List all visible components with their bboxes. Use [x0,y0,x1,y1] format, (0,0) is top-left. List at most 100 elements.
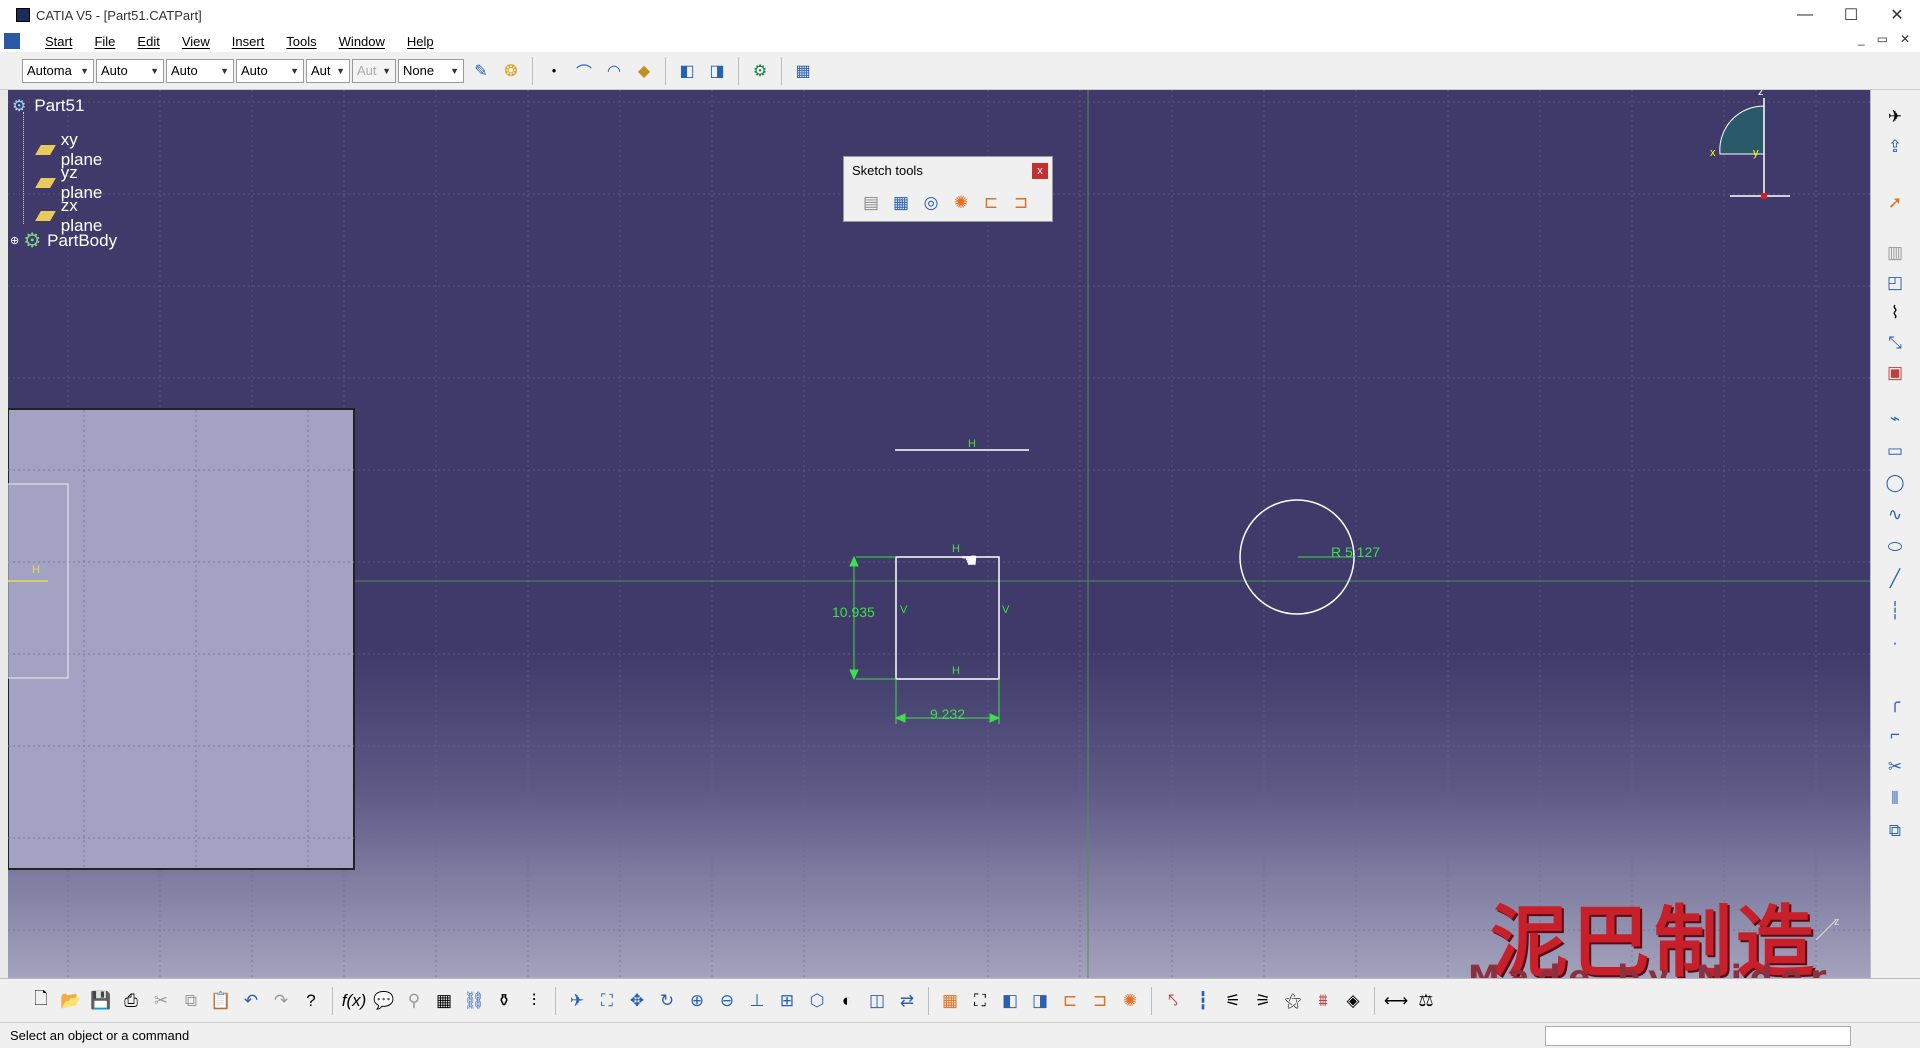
close-icon[interactable]: x [1032,163,1048,179]
transparency-combo[interactable]: Auto ▼ [96,58,164,83]
grid-toggle-icon[interactable]: ▦ [935,987,965,1015]
relations-icon[interactable]: ⛓ [459,987,489,1015]
hide-show-icon[interactable]: ◫ [862,987,892,1015]
open-icon[interactable]: 📂 [56,987,86,1015]
menu-file[interactable]: File [83,34,126,49]
sketch-analysis-icon[interactable]: ⚟ [1218,987,1248,1015]
surface-icon[interactable]: ◠ [601,58,627,84]
color-combo[interactable]: Automa ▼ [22,58,94,83]
dimension-display-icon[interactable]: ⊐ [1085,987,1115,1015]
doc-minimize-button[interactable]: _ [1858,32,1865,46]
select-icon[interactable]: ➚ [1880,190,1910,216]
mirror-icon[interactable]: ⫴ [1880,786,1910,812]
radius-dimension-value[interactable]: R 5.127 [1331,544,1380,560]
menu-view[interactable]: View [171,34,221,49]
doc-close-button[interactable]: ✕ [1900,32,1910,46]
line-thickness-combo[interactable]: Auto ▼ [166,58,234,83]
point-symbol-combo[interactable]: Aut ▼ [306,58,350,83]
sketch-tools-toolbar[interactable]: Sketch tools x ▤ ▦ ◎ ✺ ⊏ ⊐ [843,156,1053,222]
multi-view-icon[interactable]: ⊞ [772,987,802,1015]
copy-icon[interactable]: ⧉ [176,987,206,1015]
render-style-icon[interactable]: ⚝ [1278,987,1308,1015]
cut-icon[interactable]: ✂ [146,987,176,1015]
view-mode-icon[interactable]: ◈ [1338,987,1368,1015]
tree-root[interactable]: ⚙ Part51 [12,96,84,116]
exit-workbench-icon[interactable]: ✈ [1880,104,1910,130]
sketch-viewport[interactable]: H H H V V H 10.935 9.232 R 5.127 ☚ z x y… [8,90,1870,978]
grid-icon[interactable]: ▦ [790,58,816,84]
table-icon[interactable]: ▦ [429,987,459,1015]
iso-view-icon[interactable]: ⬡ [802,987,832,1015]
snap-to-point-icon[interactable]: ▦ [886,189,916,217]
constraint-icon[interactable]: ◰ [1880,270,1910,296]
axis-icon[interactable]: ┆ [1880,598,1910,624]
command-input[interactable] [1545,1026,1851,1046]
geometrical-constraints-icon[interactable]: ◎ [916,189,946,217]
menu-start[interactable]: Start [34,34,83,49]
document-icon[interactable] [4,33,20,49]
knowledge-icon[interactable]: ⚲ [399,987,429,1015]
whats-this-icon[interactable]: ? [296,987,326,1015]
menu-insert[interactable]: Insert [221,34,276,49]
formula-icon[interactable]: f(x) [339,987,369,1015]
sketch-rectangle[interactable] [895,556,1000,680]
zoom-in-icon[interactable]: ⊕ [682,987,712,1015]
height-dimension-value[interactable]: 10.935 [832,604,875,620]
edit-multi-constraint-icon[interactable]: ▥ [1880,240,1910,266]
diagnostics-icon[interactable]: ┇ [1188,987,1218,1015]
construction-icon[interactable]: ▤ [856,189,886,217]
menu-help[interactable]: Help [396,34,445,49]
width-dimension-value[interactable]: 9.232 [930,706,965,722]
swap-space-icon[interactable]: ⇄ [892,987,922,1015]
inertia-icon[interactable]: ⚖ [1411,987,1441,1015]
fix-together-icon[interactable]: ⌇ [1880,300,1910,326]
doc-restore-button[interactable]: ▭ [1877,32,1888,46]
geometry-display-icon[interactable]: ✺ [1115,987,1145,1015]
porcupine-icon[interactable]: ⩩ [1308,987,1338,1015]
rotate-icon[interactable]: ↻ [652,987,682,1015]
painter-icon[interactable]: ✎ [468,58,494,84]
corner-icon[interactable]: ╭ [1880,690,1910,716]
menu-edit[interactable]: Edit [126,34,170,49]
constraint-display-icon[interactable]: ⊏ [1055,987,1085,1015]
close-button[interactable]: ✕ [1874,0,1920,30]
print-icon[interactable]: ⎙ [116,987,146,1015]
save-icon[interactable]: 💾 [86,987,116,1015]
circle-icon[interactable]: ◯ [1880,470,1910,496]
fit-all-icon[interactable]: ⛶ [592,987,622,1015]
profile-tools-icon[interactable]: ▣ [1880,360,1910,386]
point-icon[interactable]: · [1880,630,1910,656]
line-icon[interactable]: ╱ [1880,566,1910,592]
tree-item-partbody[interactable]: ⊕ ⚙ PartBody [10,228,117,253]
profile-icon[interactable]: ⌁ [1880,406,1910,432]
measure-icon[interactable]: ⟷ [1381,987,1411,1015]
auto-constraint-icon[interactable]: ⊐ [1006,189,1036,217]
properties-icon[interactable]: ❂ [498,58,524,84]
positioned-sketch-icon[interactable]: ◨ [704,58,730,84]
sketch-view-icon[interactable]: ◨ [1025,987,1055,1015]
undo-icon[interactable]: ↶ [236,987,266,1015]
chamfer-icon[interactable]: ⌐ [1880,722,1910,748]
fly-mode-icon[interactable]: ✈ [562,987,592,1015]
animate-constraint-icon[interactable]: ⤡ [1880,330,1910,356]
curve-icon[interactable]: ⌒ [571,58,597,84]
dimensional-constraints-icon[interactable]: ✺ [946,189,976,217]
analysis-icon[interactable]: ⤣ [1158,987,1188,1015]
sketcher-icon[interactable]: ◧ [674,58,700,84]
pan-icon[interactable]: ✥ [622,987,652,1015]
trim-icon[interactable]: ✂ [1880,754,1910,780]
line-type-combo[interactable]: Auto ▼ [236,58,304,83]
project-3d-icon[interactable]: ⧉ [1880,818,1910,844]
zoom-out-icon[interactable]: ⊖ [712,987,742,1015]
visualization-icon[interactable]: ⚞ [1248,987,1278,1015]
catalog-icon[interactable]: ⚱ [489,987,519,1015]
workbench-icon[interactable]: ⚙ [747,58,773,84]
scan-icon[interactable]: ⫶ [519,987,549,1015]
menu-tools[interactable]: Tools [275,34,327,49]
menu-window[interactable]: Window [328,34,396,49]
maximize-button[interactable]: ☐ [1828,0,1874,30]
normal-view-icon[interactable]: ⊥ [742,987,772,1015]
expand-icon[interactable]: ⊕ [10,234,19,247]
minimize-button[interactable]: — [1782,0,1828,30]
layer-combo[interactable]: None ▼ [398,58,464,83]
